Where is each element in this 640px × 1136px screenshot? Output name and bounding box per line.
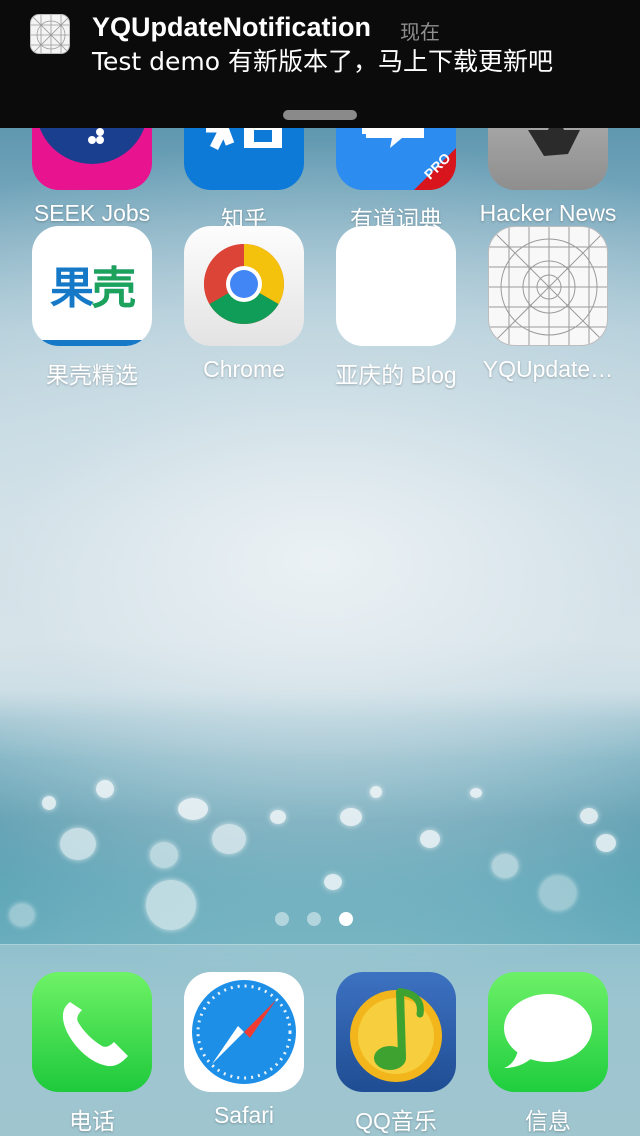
- notification-time: 现在: [400, 20, 440, 44]
- app-label: 信息: [525, 1108, 571, 1134]
- page-indicator[interactable]: [0, 912, 640, 930]
- app-label: QQ音乐: [355, 1108, 437, 1134]
- page-dot: [275, 912, 289, 926]
- messages-bubble-icon: [488, 972, 608, 1092]
- guokr-icon: 果壳 果壳: [32, 226, 152, 346]
- app-label: SEEK Jobs: [33, 200, 151, 226]
- notification-banner[interactable]: YQUpdateNotification 现在 Test demo 有新版本了，…: [0, 0, 640, 128]
- phone-icon: [32, 972, 152, 1092]
- notification-message: Test demo 有新版本了，马上下载更新吧: [92, 47, 554, 76]
- app-label: 电话: [69, 1108, 115, 1134]
- qq-music-note-icon: [336, 972, 456, 1092]
- safari-compass-icon: [184, 972, 304, 1092]
- placeholder-grid-icon: [488, 226, 608, 346]
- app-label: 亚庆的 Blog: [335, 362, 457, 388]
- notification-app-name: YQUpdateNotification: [92, 12, 372, 42]
- page-dot: [307, 912, 321, 926]
- app-placeholder-icon: [30, 14, 70, 54]
- page-dot-current: [339, 912, 353, 926]
- app-label: Chrome: [203, 356, 285, 382]
- blank-white-icon: [336, 226, 456, 346]
- app-label: Safari: [213, 1102, 275, 1128]
- app-label: YQUpdate…: [482, 356, 614, 382]
- chrome-icon: [184, 226, 304, 346]
- notification-grabber-handle[interactable]: [283, 110, 357, 120]
- app-label: Hacker News: [479, 200, 617, 226]
- app-label: 果壳精选: [46, 362, 138, 388]
